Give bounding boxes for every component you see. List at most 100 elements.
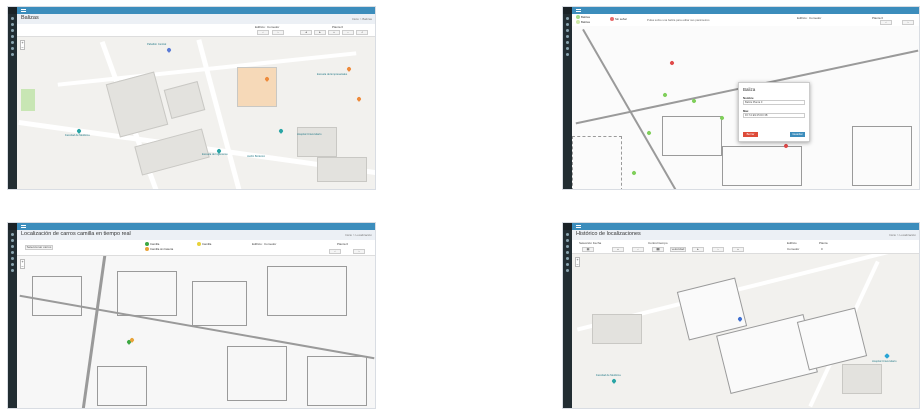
mac-input[interactable]: FF:7A:E9:25:D0:3B <box>743 113 805 118</box>
select-carts-button[interactable]: Seleccionar carros <box>25 245 53 250</box>
floorplan-map[interactable]: Baliza Nombre Baliza Planta 0 Mac FF:7A:… <box>572 26 919 189</box>
sidebar-item-dashboard[interactable] <box>566 233 569 236</box>
next-building-button[interactable]: › <box>272 30 284 35</box>
sidebar-item-logout[interactable] <box>11 269 14 272</box>
control-label: Control tiempo <box>648 241 668 245</box>
sidebar-item-historico[interactable] <box>11 35 14 38</box>
beacon-icon-nosignal[interactable] <box>669 60 675 66</box>
sidebar-item-dashboard[interactable] <box>566 17 569 20</box>
google-map[interactable]: Pabellón Central Facultad de Medicina Es… <box>17 37 375 189</box>
building-value[interactable]: Comedor <box>787 247 799 251</box>
sidebar-item-historico[interactable] <box>11 251 14 254</box>
sidebar-item-config[interactable] <box>11 41 14 44</box>
building-value[interactable]: Comedor <box>267 25 279 29</box>
beacon-icon-ok[interactable] <box>631 170 637 176</box>
delete-button[interactable]: Borrar <box>743 132 758 137</box>
toolbar-btn-4[interactable]: − <box>342 30 354 35</box>
save-button[interactable]: Guardar <box>790 132 805 137</box>
step-back-button[interactable]: ‹ <box>632 247 644 252</box>
next-floor-button[interactable]: › <box>902 20 914 25</box>
building-block <box>317 157 367 182</box>
sidebar-item-logout[interactable] <box>566 53 569 56</box>
zoom-control[interactable]: + − <box>20 40 25 50</box>
sidebar-item-carros[interactable] <box>11 29 14 32</box>
speed-select[interactable]: velocidad <box>670 247 686 252</box>
beacon-icon-ok[interactable] <box>691 98 697 104</box>
sidebar-item-balizas[interactable] <box>11 239 14 242</box>
prev-building-button[interactable]: ‹ <box>257 30 269 35</box>
calendar-button[interactable]: ▦ <box>582 247 594 252</box>
map-label: Hospital Universitario <box>297 133 322 136</box>
floor-value[interactable]: 0 <box>821 247 823 251</box>
panel-historico: Histórico de localizaciones Inicio > Loc… <box>562 222 920 409</box>
building-block <box>163 80 206 120</box>
building-value[interactable]: Comedor <box>809 16 821 20</box>
hamburger-menu-icon[interactable] <box>21 9 26 12</box>
sidebar-item-users[interactable] <box>566 47 569 50</box>
map-marker-icon[interactable] <box>166 47 172 53</box>
zoom-control[interactable]: + − <box>575 257 580 267</box>
room <box>117 271 177 316</box>
room <box>227 346 287 401</box>
room <box>662 116 722 156</box>
toolbar-btn-1[interactable]: ◂ <box>300 30 312 35</box>
sidebar-item-historico[interactable] <box>566 35 569 38</box>
sidebar-item-carros[interactable] <box>566 245 569 248</box>
building-value[interactable]: Comedor <box>264 242 276 246</box>
map-marker-icon[interactable] <box>356 96 362 102</box>
map-marker-icon[interactable] <box>611 378 617 384</box>
sidebar-item-config[interactable] <box>566 257 569 260</box>
sidebar-item-logout[interactable] <box>566 269 569 272</box>
sidebar-item-users[interactable] <box>11 263 14 266</box>
building-block <box>134 128 210 176</box>
rewind-button[interactable]: « <box>612 247 624 252</box>
sidebar-item-carros[interactable] <box>566 29 569 32</box>
hamburger-menu-icon[interactable] <box>21 225 26 228</box>
sidebar-item-historico[interactable] <box>566 251 569 254</box>
legend-item: Sin señal <box>610 17 627 22</box>
top-navbar <box>17 223 375 230</box>
beacon-icon-ok[interactable] <box>662 92 668 98</box>
park-area <box>21 89 35 111</box>
sidebar-item-balizas[interactable] <box>566 23 569 26</box>
sidebar-item-logout[interactable] <box>11 53 14 56</box>
sidebar-item-dashboard[interactable] <box>11 17 14 20</box>
map-toolbar: Seleccionar carros Camilla Camilla sin b… <box>17 240 375 256</box>
top-navbar <box>572 223 919 230</box>
floorplan-map[interactable]: + − <box>17 256 375 408</box>
prev-floor-button[interactable]: ‹ <box>880 20 892 25</box>
map-marker-icon[interactable] <box>278 128 284 134</box>
google-map-history[interactable]: Facultad de Medicina Hospital Universita… <box>572 254 919 408</box>
toolbar-btn-2[interactable]: ▸ <box>314 30 326 35</box>
next-floor-button[interactable]: › <box>353 249 365 254</box>
sidebar-item-users[interactable] <box>11 47 14 50</box>
top-navbar <box>17 7 375 14</box>
app-logo <box>563 223 572 230</box>
fast-forward-button[interactable]: » <box>732 247 744 252</box>
pause-button[interactable]: ▮▮ <box>652 247 664 252</box>
page-title: Localización de carros camilla en tiempo… <box>21 231 131 237</box>
breadcrumb: Inicio > Localización <box>345 233 372 237</box>
hospital-icon[interactable] <box>884 353 890 359</box>
sidebar-item-carros[interactable] <box>11 245 14 248</box>
zoom-control[interactable]: + − <box>20 259 25 269</box>
hamburger-menu-icon[interactable] <box>576 225 581 228</box>
sidebar-item-config[interactable] <box>566 41 569 44</box>
sidebar-item-balizas[interactable] <box>566 239 569 242</box>
sidebar-item-dashboard[interactable] <box>11 233 14 236</box>
step-forward-button[interactable]: › <box>712 247 724 252</box>
name-input[interactable]: Baliza Planta 0 <box>743 100 805 105</box>
prev-floor-button[interactable]: ‹ <box>329 249 341 254</box>
legend-item: Camilla sin batería <box>145 247 173 252</box>
sidebar-item-config[interactable] <box>11 257 14 260</box>
hamburger-menu-icon[interactable] <box>576 9 581 12</box>
sidebar-item-users[interactable] <box>566 263 569 266</box>
sidebar-item-balizas[interactable] <box>11 23 14 26</box>
toolbar-btn-3[interactable]: + <box>328 30 340 35</box>
beacon-red-icon <box>610 17 614 22</box>
toolbar-btn-5[interactable]: ◃ <box>356 30 368 35</box>
map-marker-icon[interactable] <box>346 66 352 72</box>
beacon-icon-ok[interactable] <box>646 130 652 136</box>
play-button[interactable]: ▸ <box>692 247 704 252</box>
room <box>32 276 82 316</box>
